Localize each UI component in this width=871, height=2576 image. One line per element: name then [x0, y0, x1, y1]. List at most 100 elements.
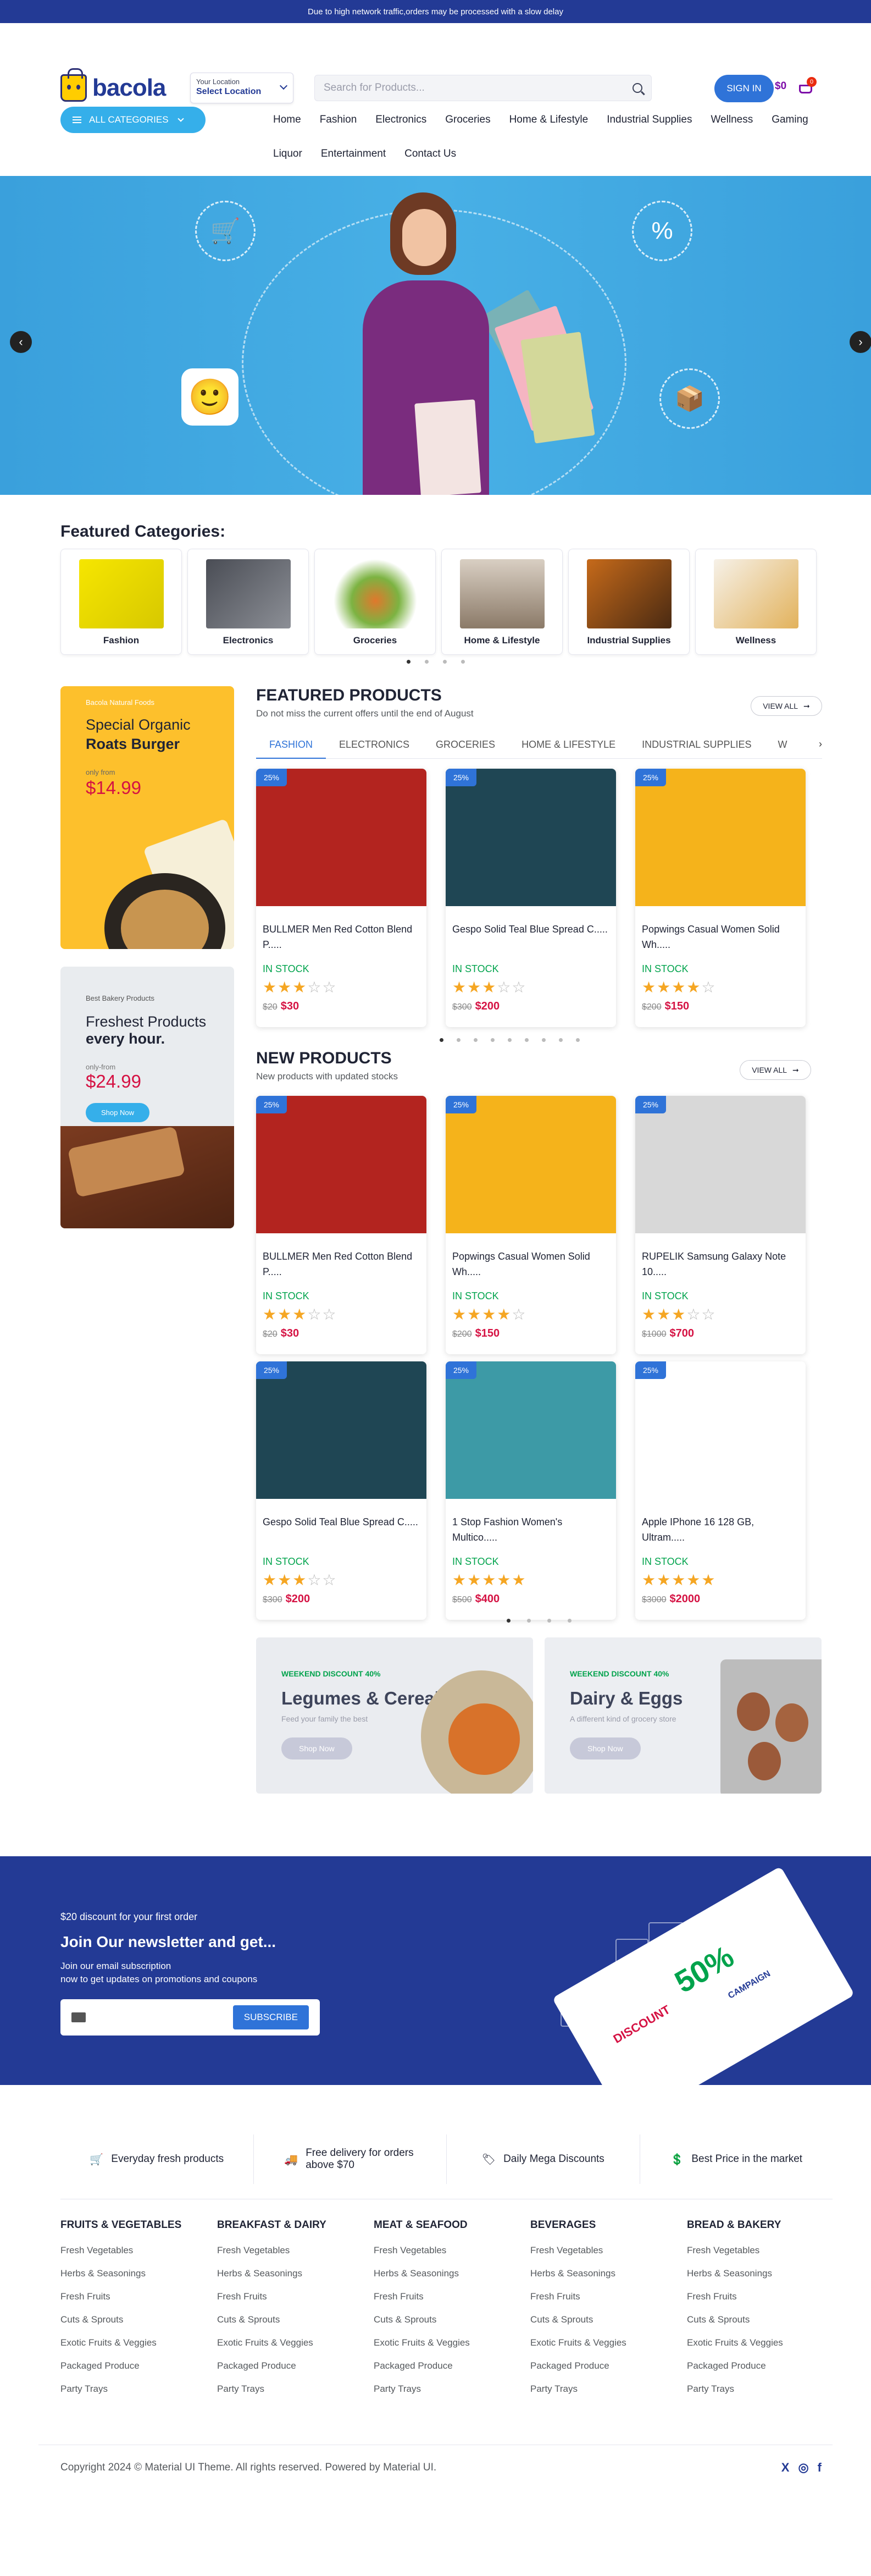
- product-name[interactable]: Popwings Casual Women Solid Wh.....: [446, 1233, 616, 1288]
- footer-link[interactable]: Fresh Vegetables: [530, 2239, 673, 2262]
- footer-link[interactable]: Cuts & Sprouts: [374, 2308, 517, 2331]
- footer-link[interactable]: Packaged Produce: [687, 2354, 830, 2378]
- nav-item-liquor[interactable]: Liquor: [264, 141, 312, 175]
- product-card[interactable]: 25% Gespo Solid Teal Blue Spread C..... IN…: [446, 769, 616, 1027]
- footer-link[interactable]: Fresh Fruits: [687, 2285, 830, 2308]
- facebook-icon[interactable]: f: [818, 2461, 822, 2475]
- footer-link[interactable]: Party Trays: [530, 2378, 673, 2401]
- subscribe-button[interactable]: SUBSCRIBE: [232, 2005, 309, 2029]
- nav-item-fashion[interactable]: Fashion: [310, 107, 367, 141]
- footer-link[interactable]: Packaged Produce: [217, 2354, 360, 2378]
- category-card-fashion[interactable]: Fashion: [60, 549, 182, 655]
- product-card[interactable]: 25% 1 Stop Fashion Women's Multico..... IN…: [446, 1361, 616, 1620]
- banner-organic-burger[interactable]: Bacola Natural Foods Special Organic Roa…: [60, 686, 234, 949]
- footer-link[interactable]: Party Trays: [217, 2378, 360, 2401]
- footer-link[interactable]: Exotic Fruits & Veggies: [60, 2331, 203, 2354]
- footer-link[interactable]: Herbs & Seasonings: [530, 2262, 673, 2285]
- product-name[interactable]: Apple IPhone 16 128 GB, Ultram.....: [635, 1499, 806, 1554]
- category-card-home-lifestyle[interactable]: Home & Lifestyle: [441, 549, 563, 655]
- shop-now-button[interactable]: Shop Now: [570, 1737, 641, 1759]
- product-name[interactable]: BULLMER Men Red Cotton Blend P.....: [256, 1233, 426, 1288]
- instagram-icon[interactable]: ◎: [798, 2461, 808, 2475]
- product-card[interactable]: 25% Popwings Casual Women Solid Wh..... IN…: [446, 1096, 616, 1354]
- product-card[interactable]: 25% BULLMER Men Red Cotton Blend P..... IN…: [256, 1096, 426, 1354]
- category-card-electronics[interactable]: Electronics: [187, 549, 309, 655]
- category-card-industrial-supplies[interactable]: Industrial Supplies: [568, 549, 690, 655]
- footer-link[interactable]: Fresh Fruits: [374, 2285, 517, 2308]
- new-products-pagination-dots[interactable]: [507, 1619, 572, 1623]
- category-card-groceries[interactable]: Groceries: [314, 549, 436, 655]
- slider-prev-arrow[interactable]: ‹: [10, 331, 32, 353]
- featured-pagination-dots[interactable]: [440, 1038, 580, 1042]
- footer-link[interactable]: Party Trays: [687, 2378, 830, 2401]
- cart-icon[interactable]: 0: [797, 77, 817, 97]
- footer-link[interactable]: Packaged Produce: [374, 2354, 517, 2378]
- nav-item-home[interactable]: Home: [264, 107, 310, 141]
- all-categories-button[interactable]: ALL CATEGORIES: [60, 107, 206, 133]
- footer-link[interactable]: Fresh Vegetables: [687, 2239, 830, 2262]
- footer-link[interactable]: Fresh Vegetables: [217, 2239, 360, 2262]
- product-card[interactable]: 25% BULLMER Men Red Cotton Blend P..... IN…: [256, 769, 426, 1027]
- search-icon[interactable]: [633, 83, 642, 93]
- x-icon[interactable]: X: [781, 2461, 790, 2475]
- logo[interactable]: bacola: [60, 68, 166, 103]
- tab-home-lifestyle[interactable]: HOME & LIFESTYLE: [508, 730, 629, 759]
- tab-electronics[interactable]: ELECTRONICS: [326, 730, 423, 759]
- footer-link[interactable]: Herbs & Seasonings: [60, 2262, 203, 2285]
- product-card[interactable]: 25% RUPELIK Samsung Galaxy Note 10..... IN…: [635, 1096, 806, 1354]
- promo-legumes[interactable]: WEEKEND DISCOUNT 40% Legumes & Cereals F…: [256, 1637, 533, 1794]
- nav-item-entertainment[interactable]: Entertainment: [312, 141, 395, 175]
- location-selector[interactable]: Your Location Select Location: [190, 73, 293, 103]
- nav-item-gaming[interactable]: Gaming: [762, 107, 818, 141]
- footer-link[interactable]: Exotic Fruits & Veggies: [687, 2331, 830, 2354]
- footer-link[interactable]: Cuts & Sprouts: [530, 2308, 673, 2331]
- footer-link[interactable]: Exotic Fruits & Veggies: [217, 2331, 360, 2354]
- category-card-wellness[interactable]: Wellness: [695, 549, 817, 655]
- tab-industrial-supplies[interactable]: INDUSTRIAL SUPPLIES: [629, 730, 764, 759]
- tab-groceries[interactable]: GROCERIES: [423, 730, 508, 759]
- footer-link[interactable]: Packaged Produce: [530, 2354, 673, 2378]
- footer-link[interactable]: Fresh Vegetables: [374, 2239, 517, 2262]
- footer-link[interactable]: Fresh Fruits: [60, 2285, 203, 2308]
- view-all-button[interactable]: VIEW ALL ➞: [740, 1060, 811, 1080]
- nav-item-wellness[interactable]: Wellness: [701, 107, 762, 141]
- sign-in-button[interactable]: SIGN IN: [714, 75, 774, 102]
- footer-link[interactable]: Exotic Fruits & Veggies: [530, 2331, 673, 2354]
- footer-link[interactable]: Cuts & Sprouts: [217, 2308, 360, 2331]
- shop-now-button[interactable]: Shop Now: [281, 1737, 352, 1759]
- tab-fashion[interactable]: FASHION: [256, 730, 326, 759]
- product-name[interactable]: RUPELIK Samsung Galaxy Note 10.....: [635, 1233, 806, 1288]
- nav-item-home-lifestyle[interactable]: Home & Lifestyle: [500, 107, 598, 141]
- view-all-button[interactable]: VIEW ALL ➞: [751, 696, 822, 716]
- footer-link[interactable]: Exotic Fruits & Veggies: [374, 2331, 517, 2354]
- slider-next-arrow[interactable]: ›: [850, 331, 871, 353]
- footer-link[interactable]: Packaged Produce: [60, 2354, 203, 2378]
- footer-link[interactable]: Fresh Vegetables: [60, 2239, 203, 2262]
- category-pagination-dots[interactable]: [0, 660, 871, 664]
- product-name[interactable]: Popwings Casual Women Solid Wh.....: [635, 906, 806, 961]
- product-name[interactable]: 1 Stop Fashion Women's Multico.....: [446, 1499, 616, 1554]
- footer-link[interactable]: Cuts & Sprouts: [687, 2308, 830, 2331]
- footer-link[interactable]: Herbs & Seasonings: [374, 2262, 517, 2285]
- promo-dairy-eggs[interactable]: WEEKEND DISCOUNT 40% Dairy & Eggs A diff…: [545, 1637, 822, 1794]
- product-name[interactable]: Gespo Solid Teal Blue Spread C.....: [256, 1499, 426, 1554]
- nav-item-electronics[interactable]: Electronics: [366, 107, 436, 141]
- tabs-scroll-right-icon[interactable]: ›: [819, 738, 822, 750]
- nav-item-contact-us[interactable]: Contact Us: [395, 141, 465, 175]
- product-card[interactable]: 25% Gespo Solid Teal Blue Spread C..... IN…: [256, 1361, 426, 1620]
- nav-item-groceries[interactable]: Groceries: [436, 107, 500, 141]
- search-input[interactable]: Search for Products...: [314, 75, 652, 101]
- tab-wellness[interactable]: W: [765, 730, 801, 759]
- footer-link[interactable]: Party Trays: [374, 2378, 517, 2401]
- product-card[interactable]: 25% Popwings Casual Women Solid Wh..... IN…: [635, 769, 806, 1027]
- product-card[interactable]: 25% Apple IPhone 16 128 GB, Ultram..... IN…: [635, 1361, 806, 1620]
- banner-bakery[interactable]: Best Bakery Products Freshest Products e…: [60, 967, 234, 1228]
- footer-link[interactable]: Fresh Fruits: [217, 2285, 360, 2308]
- product-name[interactable]: BULLMER Men Red Cotton Blend P.....: [256, 906, 426, 961]
- shop-now-button[interactable]: Shop Now: [86, 1103, 149, 1122]
- product-name[interactable]: Gespo Solid Teal Blue Spread C.....: [446, 906, 616, 961]
- footer-link[interactable]: Fresh Fruits: [530, 2285, 673, 2308]
- footer-link[interactable]: Herbs & Seasonings: [687, 2262, 830, 2285]
- nav-item-industrial-supplies[interactable]: Industrial Supplies: [597, 107, 701, 141]
- footer-link[interactable]: Party Trays: [60, 2378, 203, 2401]
